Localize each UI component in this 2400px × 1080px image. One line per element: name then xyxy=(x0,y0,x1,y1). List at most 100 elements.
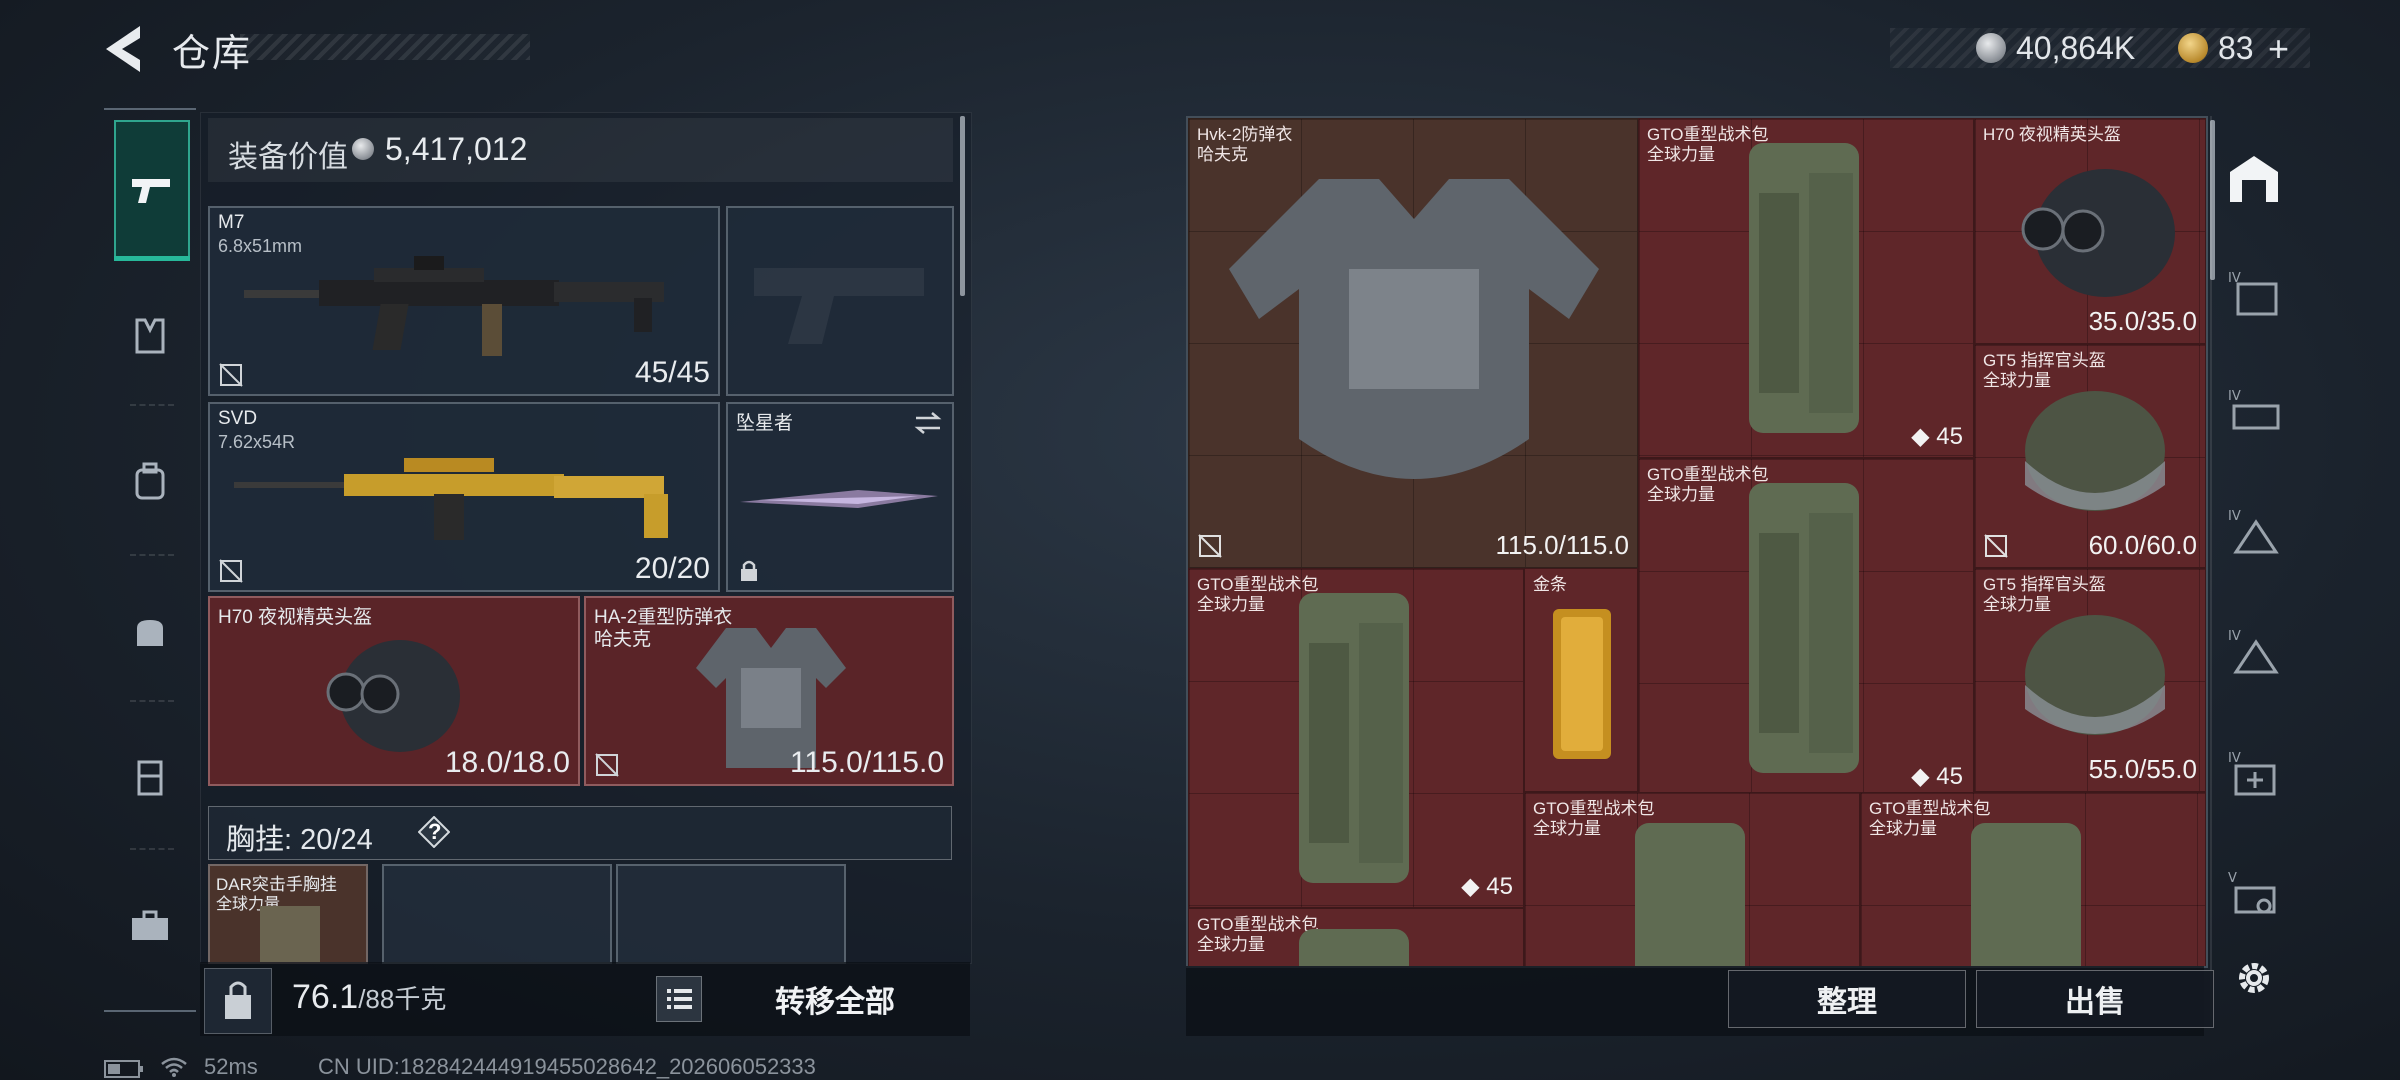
storage-item[interactable]: GT5 指挥官头盔 全球力量 60.0/60.0 xyxy=(1974,344,2206,568)
storage-item[interactable]: GTO重型战术包 全球力量 ◆ 45 xyxy=(1188,568,1524,908)
storage-item[interactable]: H70 夜视精英头盔 35.0/35.0 xyxy=(1974,118,2206,344)
backpack-image xyxy=(1635,823,1745,966)
settings-gear-icon[interactable] xyxy=(2232,956,2276,1000)
add-currency-button[interactable]: + xyxy=(2268,28,2289,70)
melee-slot[interactable]: 坠星者 xyxy=(726,402,954,592)
ping: 52ms xyxy=(204,1054,258,1079)
ammo-count: 20/20 xyxy=(634,552,710,585)
storage-item[interactable]: GTO重型战术包 全球力量 ◆ 45 xyxy=(1638,458,1974,798)
chest-rig-image xyxy=(260,906,320,962)
backpack-image xyxy=(1749,483,1859,773)
helmet-slot[interactable]: H70 夜视精英头盔 18.0/18.0 xyxy=(208,596,580,786)
no-durability-icon xyxy=(1984,534,2008,558)
battery-icon xyxy=(104,1060,143,1078)
storage-item[interactable]: GTO重型战术包 全球力量 ◆ 45 xyxy=(1638,118,1974,458)
storage-item[interactable]: 金条 xyxy=(1524,568,1638,792)
armor-durability: 115.0/115.0 xyxy=(789,746,944,779)
svg-text:IV: IV xyxy=(2228,751,2241,766)
chest-rig-capacity: 20/24 xyxy=(300,824,373,856)
backpack-image xyxy=(1299,929,1409,966)
svg-text:IV: IV xyxy=(2228,509,2241,524)
help-icon[interactable]: ? xyxy=(417,815,451,849)
triangle-case-icon: IV xyxy=(2228,509,2279,554)
tab-chest-rig[interactable] xyxy=(114,742,186,814)
list-view-button[interactable] xyxy=(656,976,702,1022)
storage-item[interactable]: GTO重型战术包 全球力量 xyxy=(1524,792,1860,966)
svg-text:V: V xyxy=(2228,871,2237,886)
warehouse-icon xyxy=(2230,156,2278,202)
medical-case-icon: IV xyxy=(2228,751,2276,796)
triangle-case-icon: IV xyxy=(2228,629,2279,674)
silver-amount: 40,864K xyxy=(2016,30,2136,66)
rifle-image xyxy=(244,256,664,356)
loadout-scrollbar[interactable] xyxy=(960,116,965,296)
armor-image xyxy=(1229,179,1599,479)
backpack-icon xyxy=(135,462,165,500)
tab-storage-5[interactable]: IV xyxy=(2222,742,2286,806)
back-arrow-icon[interactable] xyxy=(100,22,148,76)
helmet-image xyxy=(2021,169,2175,297)
wifi-icon xyxy=(161,1057,187,1077)
active-tab-indicator xyxy=(114,256,190,261)
storage-item[interactable]: Hvk-2防弹衣 哈夫克 115.0/115.0 xyxy=(1188,118,1638,568)
armor-slot[interactable]: HA-2重型防弹衣 哈夫克 115.0/115.0 xyxy=(584,596,954,786)
weapon-case-icon: IV xyxy=(2228,389,2280,430)
tab-storage-4[interactable]: IV xyxy=(2222,620,2286,684)
sell-button[interactable]: 出售 xyxy=(1976,970,2214,1028)
tab-backpack[interactable] xyxy=(114,446,186,518)
backpack-image xyxy=(1749,143,1859,433)
tab-case[interactable] xyxy=(114,890,186,962)
pistol-slot[interactable] xyxy=(726,206,954,396)
tab-bag[interactable] xyxy=(114,596,186,668)
storage-item[interactable]: GTO重型战术包 全球力量 xyxy=(1860,792,2206,966)
melee-name: 坠星者 xyxy=(736,413,794,434)
tab-storage-1[interactable]: IV xyxy=(2222,262,2286,326)
briefcase-icon xyxy=(132,910,168,940)
sidebar-divider xyxy=(130,554,174,556)
list-icon xyxy=(667,989,692,1009)
tab-armor[interactable] xyxy=(114,300,186,372)
lock-button[interactable] xyxy=(204,968,272,1034)
tab-warehouse-main[interactable] xyxy=(2222,146,2286,210)
lock-icon xyxy=(741,560,757,581)
swap-icon[interactable] xyxy=(912,410,944,436)
storage-item[interactable]: GTO重型战术包 全球力量 xyxy=(1188,908,1524,966)
pocket-slot[interactable] xyxy=(616,864,846,964)
pocket-slot[interactable] xyxy=(382,864,612,964)
silver-coin-icon xyxy=(352,138,374,160)
primary-weapon-slot[interactable]: M7 6.8x51mm 45/45 xyxy=(208,206,720,396)
secondary-weapon-slot[interactable]: SVD 7.62x54R 20/20 xyxy=(208,402,720,592)
item-name: GT5 指挥官头盔 xyxy=(1983,351,2106,370)
tab-weapons[interactable] xyxy=(114,120,190,260)
pistol-placeholder-icon xyxy=(754,268,924,344)
weight-current: 76.1 xyxy=(292,978,359,1016)
bag-icon xyxy=(137,620,163,646)
gold-bar-image xyxy=(1553,609,1611,759)
chest-rig-label: 胸挂: 20/24 xyxy=(226,824,373,856)
item-durability: 115.0/115.0 xyxy=(1495,530,1630,560)
equipment-value-label: 装备价值 xyxy=(228,141,348,174)
camera-case-icon: V xyxy=(2228,871,2276,914)
pistol-icon xyxy=(132,179,170,203)
item-name: Hvk-2防弹衣 xyxy=(1197,125,1293,144)
item-count: ◆ 45 xyxy=(1911,763,1963,790)
tab-storage-6[interactable]: V xyxy=(2222,862,2286,926)
backpack-image xyxy=(1971,823,2081,966)
weight-max: /88千克 xyxy=(358,984,447,1014)
user-uid: CN UID:18284244491945502864​2_2026060523… xyxy=(318,1054,816,1079)
helmet-image xyxy=(2025,615,2165,735)
storage-item[interactable]: GT5 指挥官头盔 全球力量 55.0/55.0 xyxy=(1974,568,2206,792)
armor-brand: 哈夫克 xyxy=(594,629,652,650)
ammo-count: 45/45 xyxy=(634,356,710,389)
no-durability-icon xyxy=(1198,534,1222,558)
help-symbol: ? xyxy=(428,819,442,844)
chest-rig-slot[interactable]: DAR突击手胸挂 全球力量 xyxy=(208,864,368,964)
tab-storage-2[interactable]: IV xyxy=(2222,380,2286,444)
tab-storage-3[interactable]: IV xyxy=(2222,500,2286,564)
sidebar-divider xyxy=(130,700,174,702)
sort-button[interactable]: 整理 xyxy=(1728,970,1966,1028)
equipment-value: 5,417,012 xyxy=(385,131,528,167)
item-durability: 60.0/60.0 xyxy=(2088,530,2197,560)
transfer-all-button[interactable]: 转移全部 xyxy=(710,966,960,1032)
gold-amount: 83 xyxy=(2218,30,2254,66)
